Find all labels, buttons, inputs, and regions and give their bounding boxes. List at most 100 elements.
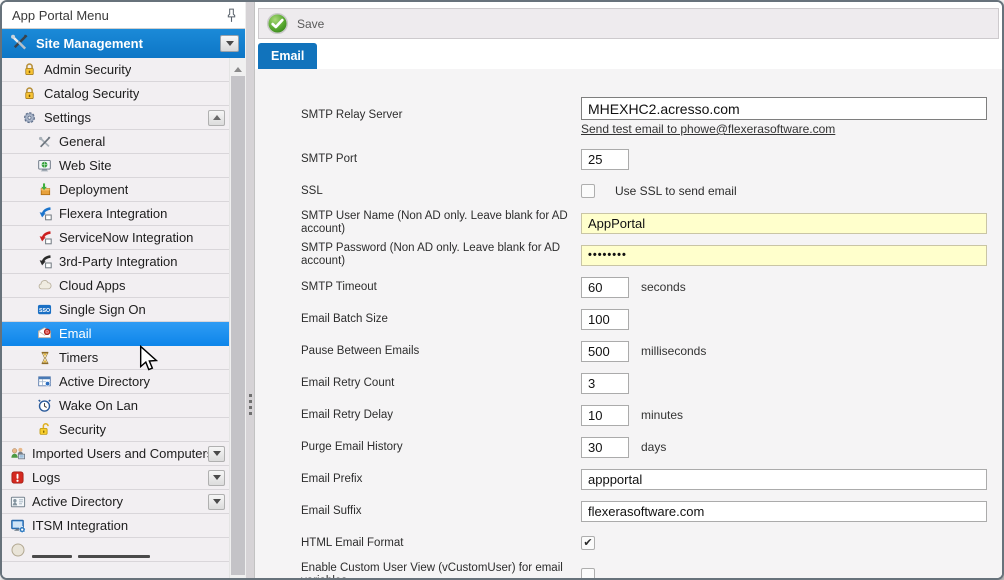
text-input-email-retry-count[interactable]: 3 [581,373,629,394]
field-label: SMTP Relay Server [301,109,581,122]
form-row-ssl: SSLUse SSL to send email [301,175,1002,207]
sidebar-item-settings[interactable]: Settings [2,106,229,130]
text-input-pause-between-emails[interactable]: 500 [581,341,629,362]
sidebar-item-label: Admin Security [44,62,131,77]
field-control: 60seconds [581,277,686,298]
field-control: AppPortal [581,213,987,234]
gear-icon [21,110,38,126]
sidebar-item-list: Admin Security Catalog Security Settings Ge… [2,58,229,578]
sidebar-item-label: Active Directory [32,494,123,509]
input-value: AppPortal [588,216,645,231]
sidebar-splitter[interactable] [245,2,255,578]
checkbox-unchecked[interactable] [581,184,595,198]
lock-gold-icon [21,62,38,78]
sidebar-item-label: Wake On Lan [59,398,138,413]
input-value: 30 [588,440,602,455]
field-control: 30 days [581,437,666,458]
field-label: SMTP User Name (Non AD only. Leave blank… [301,210,581,236]
field-label: Email Retry Count [301,377,581,390]
expand-button[interactable] [208,470,225,486]
sidebar-item-security[interactable]: Security [2,418,229,442]
import-red-icon [36,230,53,246]
sidebar-item-admin-security[interactable]: Admin Security [2,58,229,82]
field-label: HTML Email Format [301,537,581,550]
chevron-down-icon [226,41,234,50]
sidebar-item-cloud-apps[interactable]: Cloud Apps [2,274,229,298]
form-row-smtp-relay-server: SMTP Relay Server MHEXHC2.acresso.com Send… [301,97,1002,143]
sidebar-item-general[interactable]: General [2,130,229,154]
field-control: 10minutes [581,405,683,426]
itsm-monitor-icon [9,518,26,534]
sidebar-item-label: Cloud Apps [59,278,126,293]
checkbox-checked[interactable] [581,536,595,550]
field-label: SMTP Timeout [301,281,581,294]
scroll-up-icon[interactable] [234,63,242,72]
text-input-purge-email-history[interactable]: 30 [581,437,629,458]
form-row-smtp-timeout: SMTP Timeout60seconds [301,271,1002,303]
sidebar-item-imported-users-and-computers[interactable]: Imported Users and Computers [2,442,229,466]
sidebar-group-site-management[interactable]: Site Management [2,29,245,58]
sidebar-item-label: Catalog Security [44,86,139,101]
site-management-tools-icon [10,33,29,55]
sidebar-item-label: Flexera Integration [59,206,167,221]
text-input-email-prefix[interactable]: appportal [581,469,987,490]
sidebar-item-wake-on-lan[interactable]: Wake On Lan [2,394,229,418]
sidebar-item-email[interactable]: Email [2,322,229,346]
import-black-icon [36,254,53,270]
input-value: 100 [588,312,610,327]
field-label: Email Batch Size [301,313,581,326]
checkbox-unchecked[interactable] [581,568,595,578]
pin-icon[interactable] [226,8,237,23]
text-input-email-batch-size[interactable]: 100 [581,309,629,330]
scrollbar-thumb[interactable] [231,76,245,575]
field-control: •••••••• [581,245,987,266]
form-row-smtp-user-name-non-ad-only-leave-blank-f: SMTP User Name (Non AD only. Leave blank… [301,207,1002,239]
field-control: flexerasoftware.com [581,501,987,522]
text-input-smtp-timeout[interactable]: 60 [581,277,629,298]
tab-email[interactable]: Email [258,43,317,69]
password-input-smtp-password-non-ad-only-leav[interactable]: •••••••• [581,245,987,266]
tools-gray-icon [36,134,53,150]
sidebar-item-active-directory[interactable]: Active Directory [2,370,229,394]
sidebar-scrollbar[interactable] [229,58,245,578]
text-input-smtp-relay-server[interactable]: MHEXHC2.acresso.com [581,97,987,120]
text-input-email-retry-delay[interactable]: 10 [581,405,629,426]
sidebar-item-catalog-security[interactable]: Catalog Security [2,82,229,106]
field-control: 100 [581,309,629,330]
sidebar-item-single-sign-on[interactable]: SSOSingle Sign On [2,298,229,322]
text-input-smtp-user-name-non-ad-only-lea[interactable]: AppPortal [581,213,987,234]
sidebar-item-itsm-integration[interactable]: ITSM Integration [2,514,229,538]
sidebar-item-deployment[interactable]: Deployment [2,178,229,202]
text-input-smtp-port[interactable]: 25 [581,149,629,170]
text-input-email-suffix[interactable]: flexerasoftware.com [581,501,987,522]
save-button[interactable]: Save [297,17,324,31]
unit-suffix: days [641,440,666,454]
expand-button[interactable] [208,446,225,462]
save-check-icon[interactable] [266,12,289,35]
sidebar-item-active-directory[interactable]: Active Directory [2,490,229,514]
sidebar-item-3rd-party-integration[interactable]: 3rd-Party Integration [2,250,229,274]
sidebar-item-flexera-integration[interactable]: Flexera Integration [2,202,229,226]
chevron-down-icon [213,451,221,460]
sidebar-item-servicenow-integration[interactable]: ServiceNow Integration [2,226,229,250]
sidebar-item-timers[interactable]: Timers [2,346,229,370]
expand-button[interactable] [208,494,225,510]
sidebar-item-logs[interactable]: Logs [2,466,229,490]
send-test-email-link[interactable]: Send test email to phowe@flexerasoftware… [581,122,835,136]
sidebar-item-label: Settings [44,110,91,125]
sidebar-item-label: ITSM Integration [32,518,128,533]
hourglass-icon [36,350,53,366]
collapse-button[interactable] [208,110,225,126]
chevron-down-icon [213,499,221,508]
field-control: appportal [581,469,987,490]
ad-card-icon [9,494,26,510]
logs-alert-icon [9,470,26,486]
input-value: flexerasoftware.com [588,504,704,519]
sidebar-item-web-site[interactable]: Web Site [2,154,229,178]
group-collapse-button[interactable] [220,35,239,52]
input-value: MHEXHC2.acresso.com [588,101,740,117]
sidebar-item-label: Email [59,326,92,341]
clipped-item-text [32,555,150,558]
sidebar-item-partial[interactable] [2,538,229,562]
field-label: SSL [301,185,581,198]
